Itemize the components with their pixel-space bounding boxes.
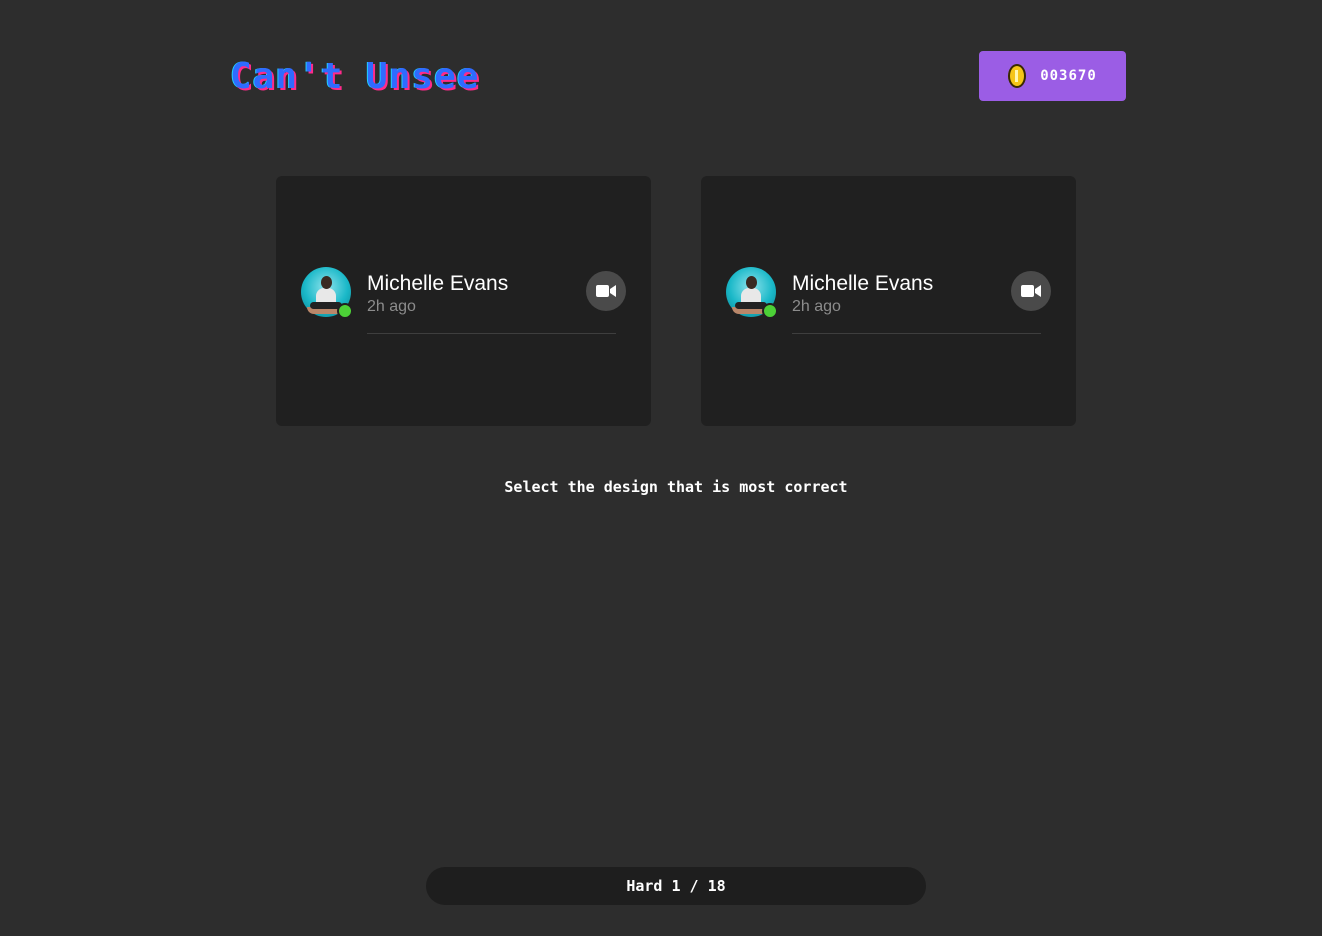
last-active-time: 2h ago — [367, 298, 416, 315]
design-option-a[interactable]: Michelle Evans 2h ago — [276, 176, 651, 426]
avatar — [301, 267, 353, 319]
contact-name: Michelle Evans — [792, 272, 934, 295]
level-progress: Hard 1 / 18 — [426, 867, 926, 905]
logo: Can't Unsee — [230, 56, 480, 97]
video-call-button[interactable] — [1011, 271, 1051, 311]
contact-name: Michelle Evans — [367, 272, 509, 295]
divider — [367, 333, 616, 334]
last-active-time: 2h ago — [792, 298, 841, 315]
online-status-dot — [337, 303, 353, 319]
coin-balance-button[interactable]: 003670 — [979, 51, 1126, 101]
online-status-dot — [762, 303, 778, 319]
video-camera-icon — [596, 285, 616, 297]
avatar — [726, 267, 778, 319]
coin-icon — [1008, 64, 1027, 88]
instruction-text: Select the design that is most correct — [504, 478, 848, 496]
design-option-b[interactable]: Michelle Evans 2h ago — [701, 176, 1076, 426]
divider — [792, 333, 1041, 334]
coin-count: 003670 — [1040, 68, 1097, 84]
level-progress-label: Hard 1 / 18 — [626, 877, 726, 895]
video-call-button[interactable] — [586, 271, 626, 311]
video-camera-icon — [1021, 285, 1041, 297]
